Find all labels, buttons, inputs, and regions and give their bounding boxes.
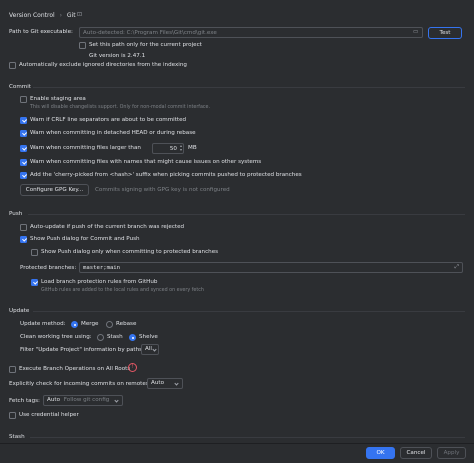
all-roots-checkbox[interactable] xyxy=(9,366,16,373)
fetch-tags-hint: Follow git config xyxy=(63,397,110,403)
commit-section-title: Commit xyxy=(9,84,31,90)
auto-update-label: Auto-update if push of the current branc… xyxy=(30,224,185,230)
cherry-pick-label: Add the 'cherry-picked from <hash>' suff… xyxy=(30,172,302,178)
stash-label: Stash xyxy=(107,334,123,340)
auto-update-checkbox[interactable] xyxy=(20,224,27,231)
load-rules-checkbox[interactable] xyxy=(31,279,38,286)
rebase-label: Rebase xyxy=(116,321,137,327)
load-rules-hint: GitHub rules are added to the local rule… xyxy=(41,288,204,293)
show-push-dialog-label: Show Push dialog for Commit and Push xyxy=(30,236,140,242)
stash-separator xyxy=(30,437,465,438)
update-section-title: Update xyxy=(9,308,30,314)
git-path-label: Path to Git executable: xyxy=(9,29,73,35)
update-separator xyxy=(33,311,465,312)
staging-hint: This will disable changelists support. O… xyxy=(30,105,211,110)
crlf-label: Warn if CRLF line separators are about t… xyxy=(30,117,187,123)
incoming-commits-value: Auto xyxy=(151,380,164,386)
cancel-button[interactable]: Cancel xyxy=(400,447,432,459)
git-version-text: Git version is 2.47.1 xyxy=(89,53,146,59)
merge-label: Merge xyxy=(81,321,99,327)
spinner-icon[interactable]: ▴ ▾ xyxy=(180,144,182,152)
load-rules-label: Load branch protection rules from GitHub xyxy=(41,279,158,285)
auto-exclude-checkbox[interactable] xyxy=(9,62,16,69)
git-path-placeholder: Auto-detected: C:\Program Files\Git\cmd\… xyxy=(83,29,217,36)
protected-only-checkbox[interactable] xyxy=(31,249,38,256)
crlf-checkbox[interactable] xyxy=(20,117,27,124)
large-files-label: Warn when committing files larger than xyxy=(30,145,141,151)
shelve-label: Shelve xyxy=(139,334,158,340)
breadcrumb-root[interactable]: Version Control xyxy=(9,12,55,19)
credential-helper-checkbox[interactable] xyxy=(9,412,16,419)
cherry-pick-checkbox[interactable] xyxy=(20,172,27,179)
expand-icon[interactable]: ⤢ xyxy=(455,264,459,271)
detached-label: Warn when committing in detached HEAD or… xyxy=(30,130,196,136)
fetch-tags-dropdown[interactable]: Auto Follow git config xyxy=(43,395,123,406)
update-method-label: Update method: xyxy=(20,321,66,327)
all-roots-label: Execute Branch Operations on All Roots xyxy=(19,366,131,372)
shelve-radio[interactable] xyxy=(129,334,136,341)
fetch-tags-value: Auto xyxy=(47,397,60,403)
stash-radio[interactable] xyxy=(97,334,104,341)
gpg-status-text: Commits signing with GPG key is not conf… xyxy=(95,187,230,193)
show-push-dialog-checkbox[interactable] xyxy=(20,236,27,243)
warning-icon: ! xyxy=(128,363,137,372)
staging-checkbox[interactable] xyxy=(20,96,27,103)
detached-checkbox[interactable] xyxy=(20,130,27,137)
auto-exclude-label: Automatically exclude ignored directorie… xyxy=(19,62,187,68)
stash-section-title: Stash xyxy=(9,434,25,440)
incoming-commits-label: Explicitly check for incoming commits on… xyxy=(9,381,151,387)
clean-tree-label: Clean working tree using: xyxy=(20,334,92,340)
project-only-checkbox[interactable] xyxy=(79,42,86,49)
large-files-size-value: 50 xyxy=(169,145,177,152)
protected-branches-label: Protected branches: xyxy=(20,265,77,271)
protected-only-label: Show Push dialog only when committing to… xyxy=(41,249,219,255)
filter-paths-label: Filter "Update Project" information by p… xyxy=(20,347,144,353)
chevron-down-icon xyxy=(151,346,157,352)
apply-button[interactable]: Apply xyxy=(437,447,466,459)
test-button[interactable]: Test xyxy=(428,27,462,39)
large-files-unit: MB xyxy=(188,145,197,151)
push-separator xyxy=(28,214,465,215)
chevron-down-icon xyxy=(114,397,119,403)
staging-label: Enable staging area xyxy=(30,96,86,102)
large-files-size-field[interactable]: 50 ▴ ▾ xyxy=(152,143,184,154)
git-path-field[interactable]: Auto-detected: C:\Program Files\Git\cmd\… xyxy=(79,27,423,38)
breadcrumb-separator: › xyxy=(59,12,62,19)
pin-icon[interactable]: ⊡ xyxy=(77,11,82,18)
protected-branches-value: master;main xyxy=(83,264,121,271)
large-files-checkbox[interactable] xyxy=(20,145,27,152)
breadcrumb-leaf: Git xyxy=(66,12,76,19)
fetch-tags-label: Fetch tags: xyxy=(9,398,40,404)
folder-icon[interactable]: ▭ xyxy=(413,29,418,35)
names-checkbox[interactable] xyxy=(20,159,27,166)
filter-paths-dropdown[interactable]: All xyxy=(141,344,159,355)
ok-button[interactable]: OK xyxy=(366,447,395,459)
project-only-label: Set this path only for the current proje… xyxy=(89,42,202,48)
chevron-down-icon xyxy=(174,380,179,386)
protected-branches-field[interactable]: master;main ⤢ xyxy=(79,262,463,273)
breadcrumb: Version Control › Git xyxy=(9,12,76,19)
names-label: Warn when committing files with names th… xyxy=(30,159,262,165)
configure-gpg-button[interactable]: Configure GPG Key... xyxy=(20,184,89,196)
commit-separator xyxy=(33,87,465,88)
incoming-commits-dropdown[interactable]: Auto xyxy=(147,378,183,389)
credential-helper-label: Use credential helper xyxy=(19,412,79,418)
rebase-radio[interactable] xyxy=(106,321,113,328)
push-section-title: Push xyxy=(9,211,23,217)
merge-radio[interactable] xyxy=(71,321,78,328)
